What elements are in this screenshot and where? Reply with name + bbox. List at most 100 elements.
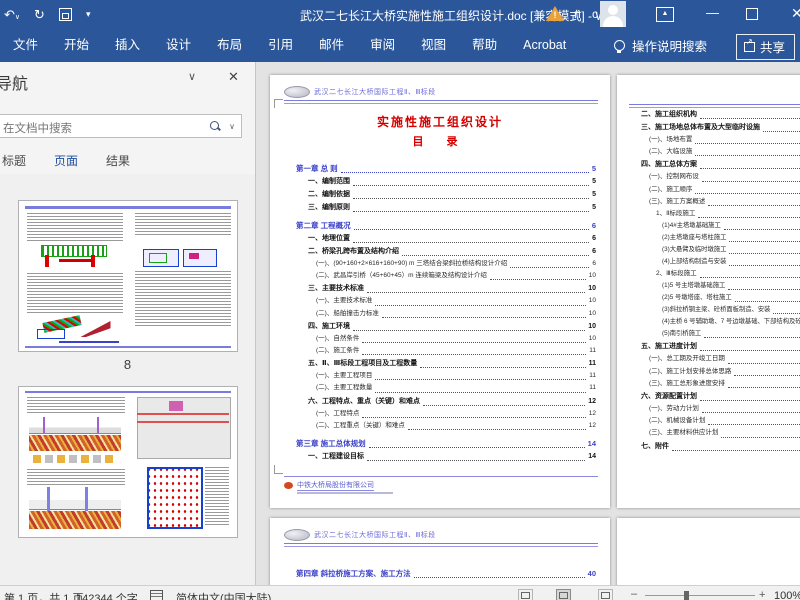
ribbon-tab[interactable]: 文件 (0, 28, 51, 62)
toc-entry[interactable]: 第二章 工程概况 6 (296, 219, 596, 232)
ribbon-tab[interactable]: 插入 (102, 28, 153, 62)
toc-entry[interactable]: (3)大悬臂及临时墩施工 (629, 244, 800, 256)
ribbon-display-options-icon[interactable]: ▲ (656, 7, 674, 22)
language-indicator[interactable]: 简体中文(中国大陆) (176, 590, 271, 600)
toc-entry[interactable]: 五、施工进度计划 (629, 340, 800, 353)
ribbon-tab[interactable]: 邮件 (306, 28, 357, 62)
toc-entry[interactable]: (二)、工程重点（关键）和难点 12 (296, 420, 596, 432)
toc-entry[interactable]: (二)、主要工程数量 11 (296, 382, 596, 394)
toc-entry[interactable]: 四、施工总体方案 (629, 158, 800, 171)
maximize-button[interactable] (746, 8, 758, 20)
toc-entry[interactable]: (2)5 号墩塔座、塔柱施工 (629, 292, 800, 304)
tell-me-search[interactable]: 操作说明搜索 (614, 28, 707, 62)
search-options-chevron-icon[interactable]: ∨ (229, 122, 235, 131)
chevron-down-icon[interactable]: ∨ (188, 70, 196, 83)
toc-entry[interactable]: 第一章 总 则 5 (296, 162, 596, 175)
account-name[interactable]: n c (574, 7, 602, 21)
toc-entry[interactable]: 三、主要技术标准 10 (296, 282, 596, 295)
header-text: 武汉二七长江大桥国际工程Ⅱ、Ⅲ标段 (314, 532, 436, 539)
toc-entry[interactable]: (一)、工程特点 12 (296, 408, 596, 420)
zoom-slider-thumb[interactable] (684, 591, 689, 600)
ribbon-tab[interactable]: Acrobat (510, 28, 579, 62)
word-count[interactable]: 142344 个字 (76, 590, 138, 600)
ribbon-tab[interactable]: 开始 (51, 28, 102, 62)
customize-qat-icon[interactable]: ▾ (86, 9, 90, 19)
toc-entry[interactable]: 二、施工组织机构 (629, 108, 800, 121)
toc-entry[interactable]: (3)斜拉桥钢主梁、砼桥面板制造、安装 (629, 304, 800, 316)
toc-entry[interactable]: (二)、机械设备计划 (629, 415, 800, 427)
toc-entry[interactable]: (三)、主要材料供应计划 (629, 427, 800, 439)
user-avatar[interactable] (600, 1, 626, 27)
toc-entry[interactable]: (三)、施工方案概述 (629, 196, 800, 208)
page-thumbnail[interactable] (17, 200, 238, 352)
zoom-out-button[interactable]: – (631, 588, 637, 600)
ribbon-tab[interactable]: 审阅 (357, 28, 408, 62)
undo-icon[interactable]: ↶∨ (4, 8, 20, 21)
toc-entry[interactable]: 一、工程建设目标 14 (296, 450, 596, 463)
toc-entry[interactable]: (二)、施工顺序 (629, 184, 800, 196)
search-input[interactable]: 在文档中搜索 ∨ (0, 114, 242, 138)
toc-entry[interactable]: (4)上部结构制造与安装 (629, 256, 800, 268)
toc-entry[interactable]: (一)、劳动力计划 (629, 403, 800, 415)
toc-entry[interactable]: 二、桥梁孔跨布置及结构介绍 6 (296, 245, 596, 258)
toc-entry[interactable]: 四、施工环境 10 (296, 320, 596, 333)
print-layout-button[interactable] (556, 589, 571, 600)
ribbon-tab[interactable]: 引用 (255, 28, 306, 62)
proofing-icon[interactable] (150, 590, 163, 600)
toc-entry[interactable]: (一)、控制网布设 (629, 171, 800, 183)
toc-entry[interactable]: 2、Ⅲ标段施工 (629, 268, 800, 280)
toc-entry[interactable]: (二)、施工条件 11 (296, 345, 596, 357)
toc-entry[interactable]: (二)、大临设施 (629, 146, 800, 158)
toc-entry[interactable]: 七、附件 (629, 440, 800, 453)
toc-entry[interactable]: 三、施工场地总体布置及大型临时设施 (629, 121, 800, 134)
zoom-in-button[interactable]: + (759, 589, 765, 600)
ribbon-tab[interactable]: 设计 (153, 28, 204, 62)
document-page[interactable] (617, 518, 800, 586)
share-button[interactable]: 共享 (735, 34, 795, 60)
page-thumbnail[interactable] (17, 386, 238, 538)
toc-entry[interactable]: (一)、主要技术标准 10 (296, 295, 596, 307)
toc-entry[interactable]: 一、编制范围 5 (296, 175, 596, 188)
toc-entry[interactable]: (1)5 号主塔墩基础施工 (629, 280, 800, 292)
toc-entry[interactable]: 第四章 斜拉桥施工方案、施工方法 40 (296, 567, 596, 580)
toc-entry[interactable]: 1、Ⅱ标段施工 (629, 208, 800, 220)
toc-entry[interactable]: 三、编制原则 5 (296, 201, 596, 214)
toc-entry[interactable]: (2)主塔墩座与塔柱施工 (629, 232, 800, 244)
web-layout-button[interactable] (598, 589, 613, 600)
read-mode-button[interactable] (518, 589, 533, 600)
toc-entry[interactable]: (三)、施工总形象进度安排 (629, 378, 800, 390)
toc-entry[interactable]: 第三章 施工总体规划 14 (296, 437, 596, 450)
toc-entry[interactable]: 六、工程特点、重点（关键）和难点 12 (296, 395, 596, 408)
toc-entry[interactable]: (1)4#主塔墩基础施工 (629, 220, 800, 232)
toc-entry[interactable]: (5)南引桥施工 (629, 328, 800, 340)
toc-entry[interactable]: (4)主桥 6 号辅助墩、7 号边墩基础、下部结构及砼压重箱形 (629, 316, 800, 328)
toc-entry[interactable]: (一)、场地布置 (629, 134, 800, 146)
ribbon-tab[interactable]: 视图 (408, 28, 459, 62)
toc-entry[interactable]: 二、编制依据 5 (296, 188, 596, 201)
toc-entry[interactable]: (二)、船舶撞击力标准 10 (296, 308, 596, 320)
document-page[interactable]: 二、施工组织机构 三、施工场地总体布置及大型临时设施 (一)、场地布置 (二)、… (617, 75, 800, 508)
toc-entry[interactable]: (一)、总工期及开竣工日期 (629, 353, 800, 365)
document-page[interactable]: 武汉二七长江大桥国际工程Ⅱ、Ⅲ标段 实施性施工组织设计 目 录 第一章 总 则 … (270, 75, 610, 508)
page-indicator[interactable]: 第 1 页，共 1 页 (4, 590, 83, 600)
navigation-close-icon[interactable]: ✕ (228, 69, 239, 85)
toc-entry[interactable]: 一、地理位置 6 (296, 232, 596, 245)
toc-entry[interactable]: (一)、(90+160+2×616+160+90) m 三塔结合梁斜拉桥结构设计… (296, 258, 596, 270)
minimize-button[interactable]: — (706, 5, 719, 20)
redo-icon[interactable]: ↻ (34, 8, 45, 21)
toc-entry[interactable]: (二)、施工计划安排总体思路 (629, 366, 800, 378)
ribbon-tab[interactable]: 布局 (204, 28, 255, 62)
zoom-slider[interactable] (645, 595, 755, 596)
document-canvas[interactable]: 武汉二七长江大桥国际工程Ⅱ、Ⅲ标段 实施性施工组织设计 目 录 第一章 总 则 … (257, 62, 800, 586)
toc-entry[interactable]: (一)、主要工程项目 11 (296, 370, 596, 382)
zoom-percentage[interactable]: 100% (774, 590, 800, 600)
toc-entry[interactable]: 五、Ⅱ、Ⅲ标段工程项目及工程数量 11 (296, 357, 596, 370)
document-page[interactable]: 武汉二七长江大桥国际工程Ⅱ、Ⅲ标段 第四章 斜拉桥施工方案、施工方法 40 (270, 518, 610, 586)
search-icon[interactable] (210, 121, 219, 130)
save-icon[interactable] (58, 7, 72, 21)
toc-entry[interactable]: 六、资源配置计划 (629, 390, 800, 403)
toc-entry[interactable]: (一)、自然条件 10 (296, 333, 596, 345)
ribbon-tab[interactable]: 帮助 (459, 28, 510, 62)
close-button[interactable]: ✕ (791, 5, 800, 22)
toc-entry[interactable]: (二)、武昌岸引桥（45+60+45）m 连续箱梁及结构设计介绍 10 (296, 270, 596, 282)
